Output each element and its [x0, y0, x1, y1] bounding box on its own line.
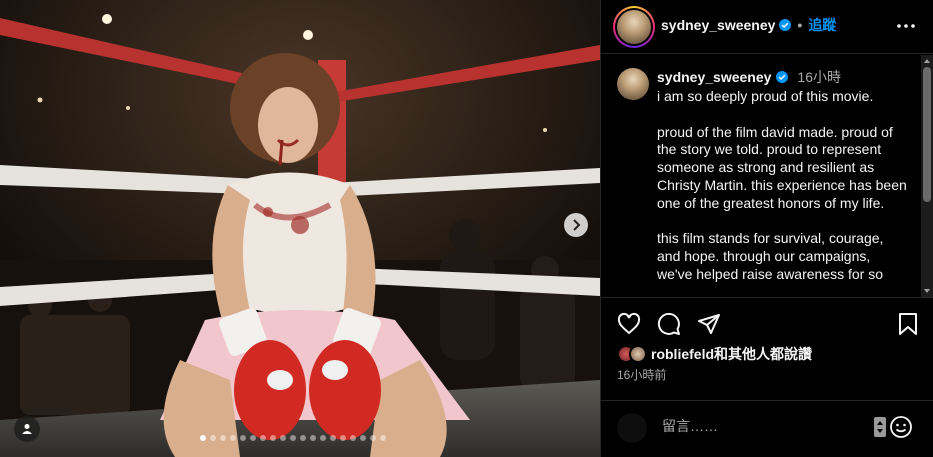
caption-text: i am so deeply proud of this movie. prou…	[657, 88, 907, 297]
post-side-panel: sydney_sweeney • 追蹤 sydney_sweeney 16小時	[600, 0, 933, 457]
caption-section: sydney_sweeney 16小時 i am so deeply proud…	[601, 55, 921, 297]
caption-paragraph: this film stands for survival, courage, …	[657, 230, 884, 282]
chevron-right-icon	[573, 219, 581, 231]
caption-paragraph: i am so deeply proud of this movie.	[657, 88, 874, 104]
carousel-dot	[200, 435, 206, 441]
post-media[interactable]	[0, 0, 600, 457]
caption-avatar[interactable]	[617, 68, 649, 100]
scroll-thumb[interactable]	[923, 67, 931, 202]
carousel-dot	[360, 435, 366, 441]
user-tag-icon	[22, 424, 32, 434]
carousel-dot	[380, 435, 386, 441]
carousel-indicator	[200, 435, 386, 441]
carousel-dot	[260, 435, 266, 441]
carousel-dot	[210, 435, 216, 441]
carousel-dot	[290, 435, 296, 441]
carousel-dot	[340, 435, 346, 441]
post-header: sydney_sweeney • 追蹤	[601, 0, 933, 54]
comment-button[interactable]	[657, 312, 681, 336]
carousel-dot	[250, 435, 256, 441]
more-options-button[interactable]	[894, 14, 918, 38]
boxing-photo	[0, 0, 600, 457]
caption-username[interactable]: sydney_sweeney	[657, 69, 771, 85]
caption-paragraph: proud of the film david made. proud of t…	[657, 123, 907, 211]
like-button[interactable]	[617, 312, 641, 336]
verified-badge-icon	[779, 19, 792, 31]
commenter-avatar	[617, 413, 647, 443]
carousel-dot	[350, 435, 356, 441]
carousel-dot	[370, 435, 376, 441]
carousel-dot	[270, 435, 276, 441]
follow-button[interactable]: 追蹤	[808, 15, 836, 35]
carousel-dot	[320, 435, 326, 441]
profile-picture	[617, 10, 651, 44]
carousel-dot	[240, 435, 246, 441]
carousel-dot	[330, 435, 336, 441]
share-icon	[698, 314, 720, 334]
scroll-up-arrow[interactable]	[924, 59, 930, 63]
likes-text[interactable]: robliefeld和其他人都說讚	[651, 344, 812, 364]
comment-icon	[657, 312, 680, 335]
header-username[interactable]: sydney_sweeney	[661, 17, 775, 33]
comment-input[interactable]	[662, 418, 852, 434]
bookmark-icon	[899, 313, 917, 335]
scroll-down-arrow[interactable]	[924, 289, 930, 293]
action-bar	[601, 308, 933, 338]
carousel-dot	[300, 435, 306, 441]
more-options-icon	[897, 24, 915, 28]
liker-avatar	[629, 345, 647, 363]
share-button[interactable]	[697, 312, 721, 336]
post-timestamp[interactable]: 16小時前	[617, 366, 666, 383]
carousel-dot	[220, 435, 226, 441]
next-slide-button[interactable]	[564, 213, 588, 237]
avatar[interactable]	[613, 6, 655, 48]
likes-summary[interactable]: robliefeld和其他人都說讚	[617, 344, 812, 364]
verified-badge-icon	[776, 71, 789, 83]
tagged-users-button[interactable]	[14, 416, 40, 442]
divider	[601, 297, 933, 298]
comment-composer	[601, 400, 933, 457]
carousel-dot	[230, 435, 236, 441]
header-bullet: •	[797, 17, 803, 33]
smile-icon[interactable]	[889, 415, 913, 439]
carousel-dot	[280, 435, 286, 441]
caption-scrollbar[interactable]	[921, 55, 933, 297]
carousel-dot	[310, 435, 316, 441]
emoji-toggle-icon[interactable]	[874, 417, 886, 437]
caption-timestamp[interactable]: 16小時	[797, 67, 841, 87]
save-button[interactable]	[896, 312, 920, 336]
heart-icon	[617, 312, 641, 335]
